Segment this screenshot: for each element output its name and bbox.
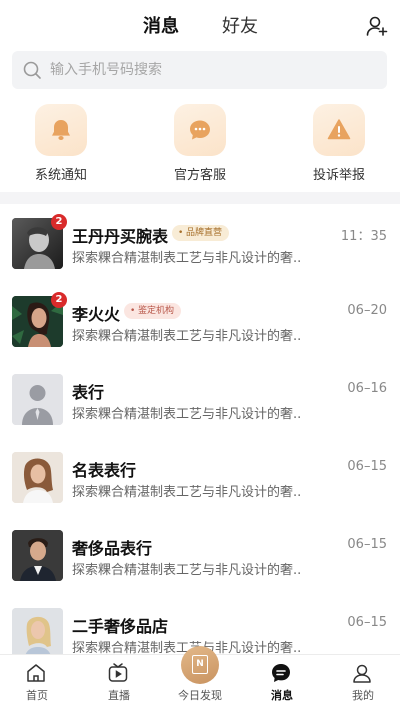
chat-bubble-icon <box>174 104 226 156</box>
conversation-time: 06–15 <box>347 537 387 552</box>
conversation-time: 06–15 <box>347 615 387 630</box>
tab-live[interactable]: 直播 <box>79 655 159 711</box>
tab-label: 直播 <box>108 689 130 702</box>
conversation-time: 06–16 <box>347 381 387 396</box>
tab-today-discover[interactable]: N 今日发现 <box>160 646 240 711</box>
conversation-item[interactable]: 表行 06–16 探索粿合精湛制表工艺与非凡设计的奢... <box>0 360 400 438</box>
tab-label: 消息 <box>271 689 293 702</box>
conversation-preview: 探索粿合精湛制表工艺与非凡设计的奢... <box>72 563 302 578</box>
conversation-name: 李火火 <box>72 305 121 324</box>
warning-icon <box>313 104 365 156</box>
tab-messages[interactable]: 消息 <box>143 12 179 38</box>
complaint-report-button[interactable]: 投诉举报 <box>289 100 389 183</box>
tag-badge: 品牌直营 <box>172 225 230 241</box>
discover-icon: N <box>181 646 219 684</box>
avatar <box>12 452 63 503</box>
conversation-preview: 探索粿合精湛制表工艺与非凡设计的奢... <box>72 329 302 344</box>
conversation-name: 王丹丹买腕表 <box>72 227 169 246</box>
shortcut-label: 系统通知 <box>34 168 87 183</box>
shortcut-label: 官方客服 <box>173 168 226 183</box>
conversation-item[interactable]: 2 李火火 鉴定机构 06–20 探索粿合精湛制表工艺与非凡设计的奢... <box>0 282 400 360</box>
tab-home[interactable]: 首页 <box>0 655 77 711</box>
conversation-list: 2 王丹丹买腕表 品牌直营 11：35 探索粿合精湛制表工艺与非凡设计的奢...… <box>0 204 400 672</box>
system-notice-button[interactable]: 系统通知 <box>11 100 111 183</box>
tab-profile[interactable]: 我的 <box>323 655 400 711</box>
conversation-name: 名表表行 <box>72 461 137 480</box>
conversation-preview: 探索粿合精湛制表工艺与非凡设计的奢... <box>72 407 302 422</box>
avatar <box>12 608 63 659</box>
tab-friends[interactable]: 好友 <box>222 12 258 38</box>
shortcut-label: 投诉举报 <box>312 168 365 183</box>
search-bar[interactable] <box>12 51 387 89</box>
bell-icon <box>35 104 87 156</box>
conversation-item[interactable]: 2 王丹丹买腕表 品牌直营 11：35 探索粿合精湛制表工艺与非凡设计的奢... <box>0 204 400 282</box>
conversation-preview: 探索粿合精湛制表工艺与非凡设计的奢... <box>72 251 302 266</box>
tag-badge: 鉴定机构 <box>124 303 182 319</box>
tab-label: 今日发现 <box>178 689 222 702</box>
tab-label: 首页 <box>26 689 48 702</box>
conversation-item[interactable]: 奢侈品表行 06–15 探索粿合精湛制表工艺与非凡设计的奢... <box>0 516 400 594</box>
conversation-time: 06–15 <box>347 459 387 474</box>
avatar <box>12 530 63 581</box>
unread-badge: 2 <box>51 292 67 308</box>
bottom-tab-bar: 首页 直播 N 今日发现 消息 我的 <box>0 646 400 711</box>
conversation-preview: 探索粿合精湛制表工艺与非凡设计的奢... <box>72 485 302 500</box>
conversation-item[interactable]: 名表表行 06–15 探索粿合精湛制表工艺与非凡设计的奢... <box>0 438 400 516</box>
search-icon <box>22 60 42 80</box>
section-divider <box>0 192 400 204</box>
avatar <box>12 374 63 425</box>
header: 消息 好友 <box>0 0 400 50</box>
official-service-button[interactable]: 官方客服 <box>150 100 250 183</box>
shortcut-row: 系统通知 官方客服 投诉举报 <box>0 100 400 190</box>
conversation-time: 11：35 <box>340 229 387 244</box>
add-friend-icon[interactable] <box>365 14 389 38</box>
conversation-name: 奢侈品表行 <box>72 539 153 558</box>
unread-badge: 2 <box>51 214 67 230</box>
tab-messages-nav[interactable]: 消息 <box>242 655 322 711</box>
conversation-name: 二手奢侈品店 <box>72 617 169 636</box>
search-input[interactable] <box>50 51 370 89</box>
conversation-name: 表行 <box>72 383 105 402</box>
tab-label: 我的 <box>352 689 374 702</box>
conversation-time: 06–20 <box>347 303 387 318</box>
